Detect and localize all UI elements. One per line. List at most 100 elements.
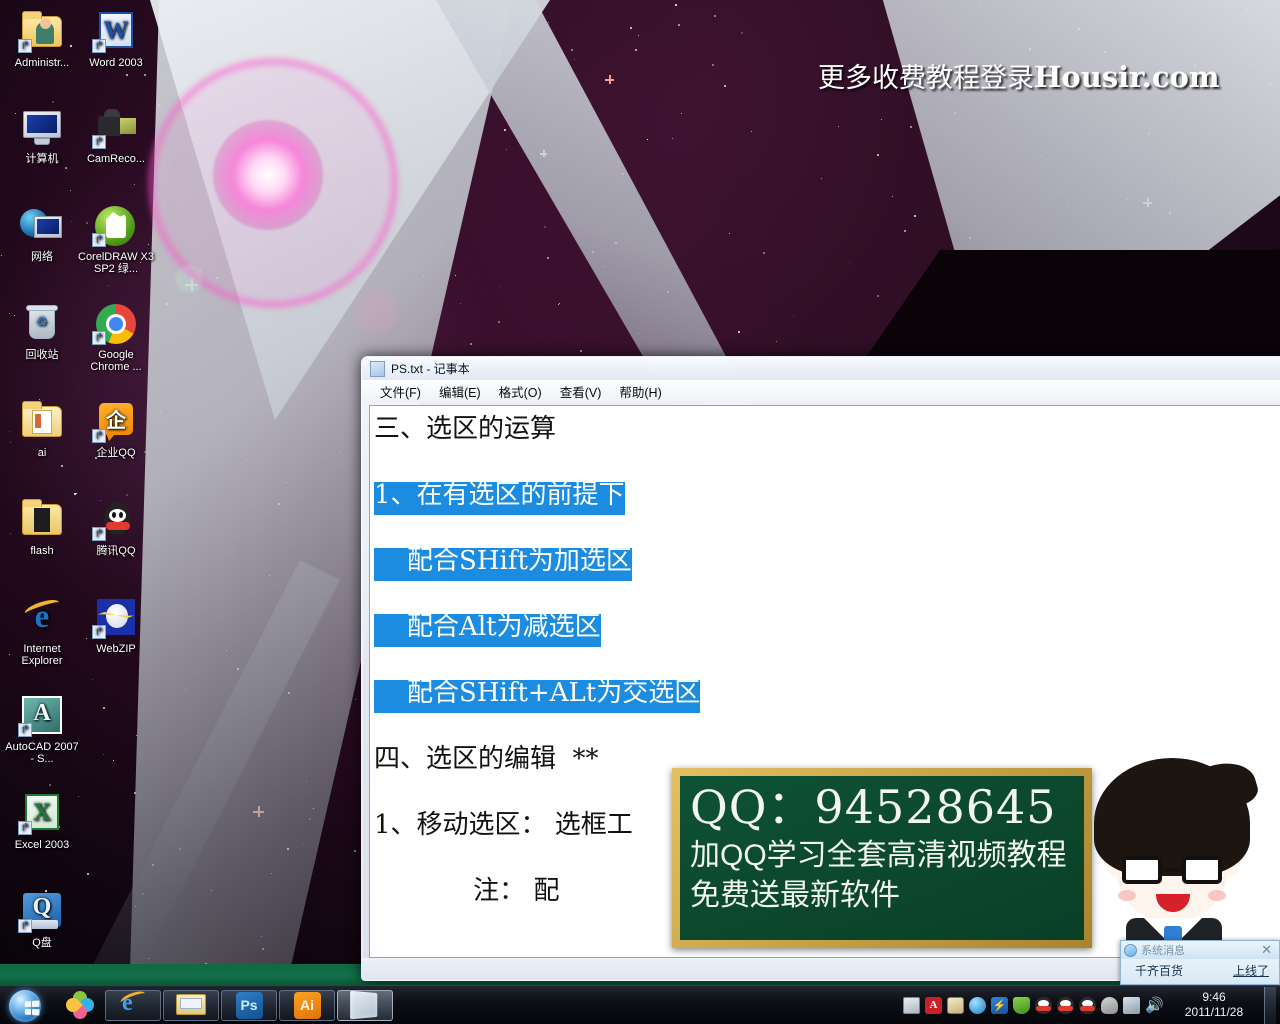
- system-tray[interactable]: A ⚡ 🔊 9:46 2011/11/28: [903, 986, 1280, 1024]
- cartoon-boy-mascot-icon: [1082, 758, 1262, 968]
- desktop-icon-chrome[interactable]: ↱ Google Chrome ...: [78, 302, 154, 373]
- internet-explorer-icon: e: [118, 988, 148, 1018]
- desktop-icon-computer[interactable]: ↱ 计算机: [4, 106, 80, 165]
- qq-popup-icon: [1124, 943, 1137, 957]
- taskbar[interactable]: e Ps Ai A ⚡ 🔊 9:46 2011/11/28: [0, 985, 1280, 1024]
- camrecorder-icon: ↱: [92, 106, 140, 150]
- notepad-line[interactable]: [374, 647, 1280, 680]
- excel-icon: X ↱: [18, 792, 66, 836]
- desktop-icon-recycle-bin[interactable]: ♻↱ 回收站: [4, 302, 80, 361]
- close-icon[interactable]: ✕: [1257, 942, 1276, 958]
- desktop-icon-ie[interactable]: e↱ Internet Explorer: [4, 596, 80, 667]
- notepad-menu-item-4[interactable]: 帮助(H): [610, 380, 670, 403]
- notepad-selection-highlight[interactable]: 配合SHift+ALt为交选区: [374, 680, 701, 713]
- windows-flag-icon: [24, 999, 40, 1016]
- desktop-icon-webzip[interactable]: ↱ WebZIP: [78, 596, 154, 655]
- taskbar-buttons[interactable]: e Ps Ai: [57, 988, 393, 1022]
- person-red-icon[interactable]: [1101, 996, 1118, 1014]
- desktop-icon-label: 企业QQ: [96, 447, 136, 459]
- illustrator-icon: Ai: [293, 991, 321, 1019]
- notepad-line-selected[interactable]: 配合SHift为加选区: [374, 548, 1280, 581]
- desktop-icon-camrecorder[interactable]: ↱ CamReco...: [78, 106, 154, 165]
- thunder-icon[interactable]: ⚡: [991, 996, 1008, 1014]
- desktop-icon-qiye-qq[interactable]: 企 ↱ 企业QQ: [78, 400, 154, 459]
- qpan-icon: Q ↱: [18, 890, 66, 934]
- desktop-icon-folder-dark[interactable]: ↱ flash: [4, 498, 80, 557]
- notepad-line[interactable]: [374, 581, 1280, 614]
- notepad-line[interactable]: [374, 515, 1280, 548]
- qq-message-popup[interactable]: 系统消息 ✕ 千齐百货 上线了: [1120, 940, 1280, 985]
- folder-user-icon: ↱: [18, 10, 66, 54]
- clock-date: 2011/11/28: [1184, 1005, 1244, 1019]
- network-icon[interactable]: [1123, 996, 1140, 1014]
- taskbar-button-windows-explorer[interactable]: [163, 989, 219, 1021]
- qq-ad-chalkboard: QQ：94528645 加QQ学习全套高清视频教程 免费送最新软件: [680, 776, 1084, 940]
- taskbar-button-photoshop[interactable]: Ps: [221, 989, 277, 1021]
- desktop-icon-label: 腾讯QQ: [96, 545, 136, 557]
- desktop-icon-word[interactable]: W ↱ Word 2003: [78, 10, 154, 69]
- qq-flower-icon: [63, 988, 97, 1022]
- recycle-bin-icon: ♻↱: [18, 302, 66, 346]
- notepad-title-text: PS.txt - 记事本: [391, 362, 470, 376]
- desktop-icon-label: Administr...: [14, 57, 70, 69]
- notepad-titlebar[interactable]: PS.txt - 记事本: [362, 357, 1280, 380]
- qq-penguin-2-icon[interactable]: [1057, 996, 1074, 1014]
- photo-viewer-icon: [350, 990, 378, 1020]
- desktop-icon-label: 计算机: [25, 153, 59, 165]
- desktop-icon-excel[interactable]: X ↱ Excel 2003: [4, 792, 80, 851]
- qq-penguin-3-icon[interactable]: [1079, 996, 1096, 1014]
- notepad-line-selected[interactable]: 配合Alt为减选区: [374, 614, 1280, 647]
- desktop-icon-folder-user[interactable]: ↱ Administr...: [4, 10, 80, 69]
- qq-popup-sender[interactable]: 千齐百货: [1135, 962, 1183, 979]
- notepad-line[interactable]: [374, 713, 1280, 746]
- desktop-icon-label: AutoCAD 2007 - S...: [5, 741, 79, 765]
- notes-icon[interactable]: [947, 996, 964, 1014]
- desktop-icon-coreldraw[interactable]: ↱ CorelDRAW X3 SP2 绿...: [78, 204, 154, 275]
- chrome-icon: ↱: [92, 302, 140, 346]
- qq-popup-title: 系统消息: [1141, 945, 1185, 957]
- desktop-icon-label: CamReco...: [86, 153, 146, 165]
- qq-penguin-1-icon[interactable]: [1035, 996, 1052, 1014]
- tray-icon-list[interactable]: A ⚡ 🔊: [903, 996, 1164, 1014]
- notepad-line-selected[interactable]: 1、在有选区的前提下: [374, 482, 1280, 515]
- volume-icon[interactable]: 🔊: [1145, 997, 1164, 1014]
- taskbar-button-illustrator[interactable]: Ai: [279, 989, 335, 1021]
- qq-popup-row[interactable]: 千齐百货 上线了: [1121, 959, 1279, 979]
- notepad-selection-highlight[interactable]: 配合SHift为加选区: [374, 548, 632, 581]
- notepad-menu-item-3[interactable]: 查看(V): [551, 380, 611, 403]
- notepad-menu-item-1[interactable]: 编辑(E): [430, 380, 490, 403]
- mascot-glasses-left: [1122, 856, 1162, 884]
- watermark-domain: Housir.com: [1034, 60, 1220, 94]
- mascot-glasses-bridge: [1162, 868, 1182, 872]
- notepad-line[interactable]: 三、选区的运算: [374, 416, 1280, 449]
- notepad-menubar[interactable]: 文件(F) 编辑(E) 格式(O) 查看(V) 帮助(H): [362, 380, 1280, 402]
- desktop-icon-tencent-qq[interactable]: ↱ 腾讯QQ: [78, 498, 154, 557]
- computer-icon: ↱: [18, 106, 66, 150]
- notepad-selection-highlight[interactable]: 1、在有选区的前提下: [374, 482, 625, 515]
- shield-icon[interactable]: [1013, 996, 1030, 1014]
- notepad-selection-highlight[interactable]: 配合Alt为减选区: [374, 614, 601, 647]
- taskbar-button-internet-explorer[interactable]: e: [105, 988, 161, 1021]
- windows-explorer-icon: [175, 992, 207, 1018]
- webzip-icon: ↱: [92, 596, 140, 640]
- blue-ball-icon[interactable]: [969, 996, 986, 1014]
- notepad-line[interactable]: [374, 449, 1280, 482]
- taskbar-button-qq-flower[interactable]: [57, 988, 103, 1022]
- desktop[interactable]: 更多收费教程登录Housir.com ↱ Administr... W ↱ Word 2…: [0, 0, 1280, 985]
- notepad-menu-item-0[interactable]: 文件(F): [371, 380, 430, 403]
- desktop-icon-folder-open[interactable]: ↱ ai: [4, 400, 80, 459]
- windows-orb-icon: [9, 989, 41, 1022]
- ime-keyboard-icon[interactable]: [903, 996, 920, 1014]
- notepad-line-selected[interactable]: 配合SHift+ALt为交选区: [374, 680, 1280, 713]
- start-button[interactable]: [3, 988, 49, 1023]
- notepad-menu-item-2[interactable]: 格式(O): [490, 380, 551, 403]
- qq-popup-status[interactable]: 上线了: [1233, 962, 1269, 979]
- desktop-icon-label: ai: [37, 447, 47, 459]
- adobe-updater-icon[interactable]: A: [925, 996, 942, 1014]
- taskbar-clock[interactable]: 9:46 2011/11/28: [1169, 990, 1255, 1020]
- desktop-icon-autocad[interactable]: A ↱ AutoCAD 2007 - S...: [4, 694, 80, 765]
- desktop-icon-network[interactable]: ↱ 网络: [4, 204, 80, 263]
- desktop-icon-qpan[interactable]: Q ↱ Q盘: [4, 890, 80, 949]
- show-desktop-button[interactable]: [1264, 986, 1276, 1024]
- taskbar-button-photo-viewer[interactable]: [337, 989, 393, 1021]
